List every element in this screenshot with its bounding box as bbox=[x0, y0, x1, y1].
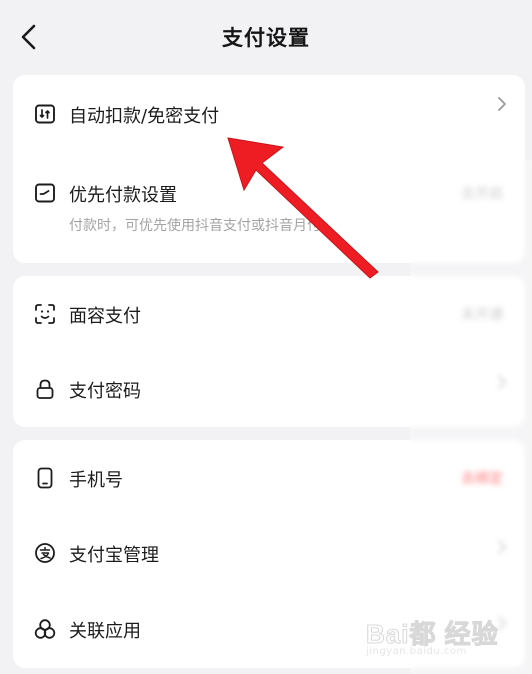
face-pay-row[interactable]: 面容支付 未开通 bbox=[13, 276, 525, 352]
lock-icon bbox=[34, 378, 56, 400]
alipay-icon bbox=[34, 542, 56, 564]
auto-debit-icon bbox=[34, 103, 56, 125]
settings-group-security: 面容支付 未开通 支付密码 bbox=[13, 276, 525, 427]
phone-bind-status: 去绑定 bbox=[461, 471, 503, 487]
auto-debit-row[interactable]: 自动扣款/免密支付 bbox=[13, 75, 525, 153]
face-pay-label: 面容支付 bbox=[69, 306, 141, 327]
chevron-right-icon bbox=[498, 375, 506, 389]
chevron-right-icon bbox=[498, 97, 506, 111]
priority-pay-description: 付款时，可优先使用抖音支付或抖音月付 bbox=[69, 218, 321, 234]
priority-pay-label: 优先付款设置 bbox=[69, 185, 177, 206]
phone-number-label: 手机号 bbox=[69, 470, 123, 491]
settings-group-accounts: 手机号 去绑定 支付宝管理 关联应用 bbox=[13, 440, 525, 668]
linked-apps-label: 关联应用 bbox=[69, 621, 141, 642]
linked-apps-row[interactable]: 关联应用 bbox=[13, 592, 525, 668]
priority-pay-icon bbox=[34, 182, 56, 204]
auto-debit-label: 自动扣款/免密支付 bbox=[69, 106, 220, 127]
top-bar: 支付设置 bbox=[0, 0, 532, 76]
phone-number-row[interactable]: 手机号 去绑定 bbox=[13, 440, 525, 516]
chevron-right-icon bbox=[498, 616, 506, 630]
alipay-management-row[interactable]: 支付宝管理 bbox=[13, 516, 525, 592]
phone-icon bbox=[34, 467, 56, 489]
linked-apps-icon bbox=[34, 618, 56, 640]
priority-pay-status: 去开启 bbox=[461, 186, 503, 202]
page-title: 支付设置 bbox=[222, 26, 310, 50]
chevron-right-icon bbox=[498, 540, 506, 554]
payment-password-label: 支付密码 bbox=[69, 381, 141, 402]
priority-pay-row[interactable]: 优先付款设置 付款时，可优先使用抖音支付或抖音月付 去开启 bbox=[13, 165, 525, 263]
payment-password-row[interactable]: 支付密码 bbox=[13, 352, 525, 427]
settings-group-payment: 自动扣款/免密支付 优先付款设置 付款时，可优先使用抖音支付或抖音月付 去开启 bbox=[13, 75, 525, 263]
face-scan-icon bbox=[34, 303, 56, 325]
alipay-management-label: 支付宝管理 bbox=[69, 545, 159, 566]
face-pay-status: 未开通 bbox=[461, 307, 503, 323]
